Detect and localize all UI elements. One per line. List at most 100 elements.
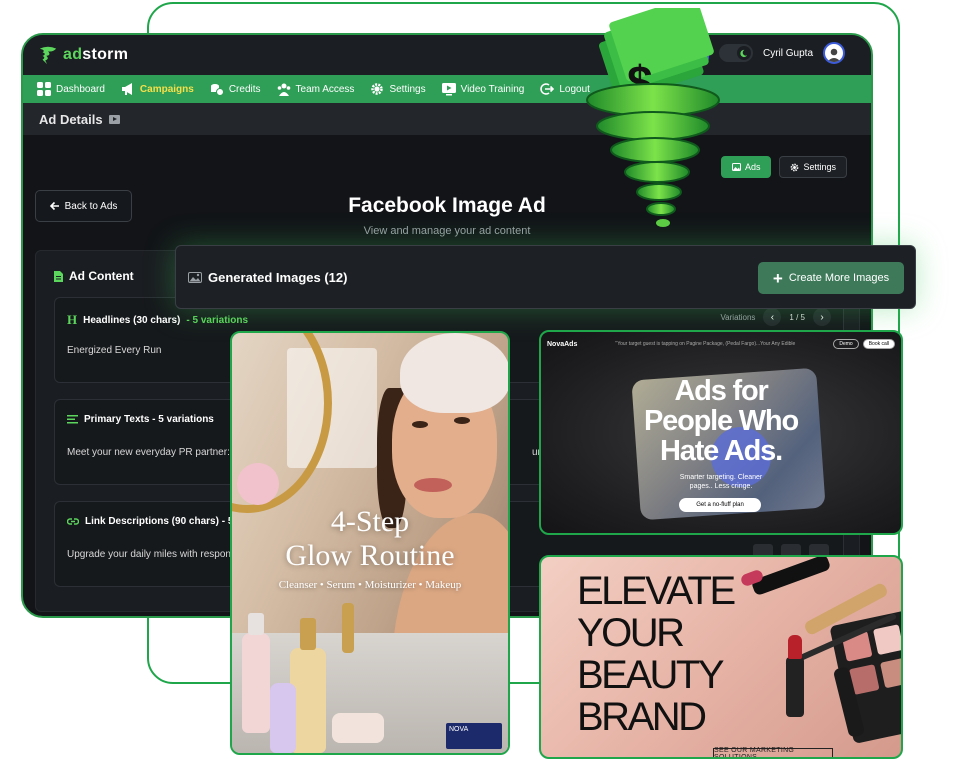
ads-heading-line3: Hate Ads. — [660, 435, 783, 467]
logo-icon — [39, 46, 57, 65]
headlines-variations: - 5 variations — [186, 314, 249, 326]
avatar[interactable] — [823, 42, 845, 64]
page-title: Facebook Image Ad — [348, 194, 546, 217]
gallery-icon — [188, 272, 202, 283]
ads-small-line2: pages.. Less cringe. — [689, 483, 753, 491]
logo-suffix: storm — [82, 46, 129, 63]
top-bar: adstorm Cyril Gupta — [23, 35, 871, 75]
nav-item-credits[interactable]: Credits — [210, 82, 261, 96]
beauty-heading-line1: ELEVATE — [577, 569, 736, 613]
ad-content-label: Ad Content — [69, 269, 134, 283]
nav-item-dashboard[interactable]: Dashboard — [37, 82, 105, 96]
gear-icon — [791, 163, 799, 171]
coins-icon — [210, 84, 224, 96]
nav-label: Settings — [389, 83, 426, 95]
ads-heading-line2: People Who — [644, 405, 799, 437]
variation-counter: 1 / 5 — [789, 312, 805, 322]
jar-shape — [332, 713, 384, 743]
nav-label: Credits — [228, 83, 261, 95]
money-tornado-icon: $ — [586, 8, 720, 227]
generated-image-glow-routine[interactable]: 4-Step Glow Routine Cleanser • Serum • M… — [230, 331, 510, 755]
image-icon — [731, 163, 741, 171]
nav-item-settings[interactable]: Settings — [370, 82, 426, 96]
link-descriptions-label-text: Link Descriptions (90 chars) - 5 vari — [85, 516, 254, 527]
main-nav: Dashboard Campaigns Credits Team Access … — [23, 75, 871, 103]
generated-image-elevate-beauty[interactable]: ELEVATE YOUR BEAUTY BRAND SEE OUR MARKET… — [539, 555, 903, 759]
gear-icon — [371, 83, 384, 95]
lipstick-tip-shape — [788, 635, 802, 659]
breadcrumb-title: Ad Details — [39, 111, 103, 127]
user-icon — [827, 48, 841, 62]
create-more-label: Create More Images — [788, 272, 890, 284]
page-header: Back to Ads Facebook Image Ad View and m… — [23, 135, 871, 245]
eye-shape — [454, 417, 470, 424]
tab-label: Ads — [744, 162, 761, 172]
ads-heading-line1: Ads for — [674, 375, 768, 407]
logo-text: adstorm — [63, 46, 128, 64]
bottle-shape — [270, 683, 296, 753]
ads-tagline: "Your target guest is tapping on Pagine … — [615, 341, 796, 347]
prev-variation-button[interactable]: ‹ — [763, 308, 782, 326]
ads-header: NovaAds "Your target guest is tapping on… — [547, 337, 895, 351]
ads-small-text: Smarter targeting. Cleaner pages.. Less … — [541, 473, 901, 491]
eye-shape — [412, 421, 428, 428]
variations-label: Variations — [720, 312, 756, 322]
bottle-shape — [242, 633, 270, 733]
logo[interactable]: adstorm — [37, 44, 128, 66]
user-name[interactable]: Cyril Gupta — [763, 48, 813, 59]
logout-icon — [540, 83, 555, 95]
stage: adstorm Cyril Gupta Dashboard Campaigns … — [0, 0, 958, 760]
headlines-label-text: Headlines (30 chars) — [83, 314, 181, 326]
faucet-shape — [342, 603, 354, 653]
link-description-value: Upgrade your daily miles with responsive — [67, 549, 249, 560]
towel-shape — [400, 333, 508, 413]
variation-pager: Variations ‹ 1 / 5 › — [720, 308, 831, 326]
team-icon — [277, 83, 290, 96]
primary-texts-label-text: Primary Texts - 5 variations — [84, 414, 214, 425]
document-icon — [54, 270, 63, 282]
lips-shape — [414, 478, 452, 492]
link-icon — [67, 518, 79, 525]
nav-item-video-training[interactable]: Video Training — [441, 82, 525, 96]
view-tabs: Ads Settings — [720, 156, 847, 178]
tab-settings[interactable]: Settings — [779, 156, 847, 178]
dashboard-icon — [37, 82, 51, 96]
lipstick-shape — [786, 657, 804, 717]
create-more-images-button[interactable]: + Create More Images — [758, 262, 904, 294]
generated-images-label: Generated Images (12) — [208, 270, 348, 285]
ads-pills: Demo Book call — [833, 339, 895, 349]
bottle-cap-shape — [248, 613, 264, 635]
video-icon[interactable] — [108, 114, 120, 124]
ads-pill-demo: Demo — [833, 339, 859, 349]
ads-small-line1: Smarter targeting. Cleaner — [679, 474, 763, 481]
megaphone-icon — [121, 83, 132, 95]
tab-label: Settings — [803, 162, 836, 172]
page-subtitle: View and manage your ad content — [363, 225, 531, 237]
nav-item-team-access[interactable]: Team Access — [277, 82, 355, 96]
nav-label: Dashboard — [56, 83, 105, 95]
beauty-heading-line3: BEAUTY — [577, 653, 725, 697]
nav-label: Video Training — [460, 83, 525, 95]
primary-text-value: Meet your new everyday PR partner: Nike — [67, 447, 253, 458]
nav-label: Team Access — [295, 83, 355, 95]
plus-icon: + — [772, 268, 783, 288]
headline-value: Energized Every Run — [67, 345, 162, 356]
list-icon — [67, 415, 78, 424]
bottle-cap-shape — [300, 618, 316, 650]
moon-icon — [736, 46, 751, 60]
primary-texts-label: Primary Texts - 5 variations — [67, 414, 214, 425]
nav-label: Campaigns — [139, 83, 194, 95]
next-variation-button[interactable]: › — [813, 308, 831, 326]
glow-heading-line1: 4-Step — [330, 505, 410, 538]
ad-content-title: Ad Content — [54, 269, 134, 283]
headlines-label: H Headlines (30 chars) - 5 variations — [67, 312, 248, 328]
logo-prefix: ad — [63, 46, 83, 63]
generated-image-ads-for-people[interactable]: NovaAds "Your target guest is tapping on… — [539, 330, 903, 535]
generated-images-bar: Generated Images (12) + Create More Imag… — [175, 245, 916, 309]
generated-images-title: Generated Images (12) — [188, 270, 347, 285]
nav-item-campaigns[interactable]: Campaigns — [121, 82, 194, 96]
beauty-heading-line4: BRAND — [577, 695, 707, 739]
beauty-heading-line2: YOUR — [577, 611, 685, 655]
glow-subheading: Cleanser • Serum • Moisturizer • Makeup — [278, 579, 462, 591]
flower-shape — [237, 463, 279, 505]
